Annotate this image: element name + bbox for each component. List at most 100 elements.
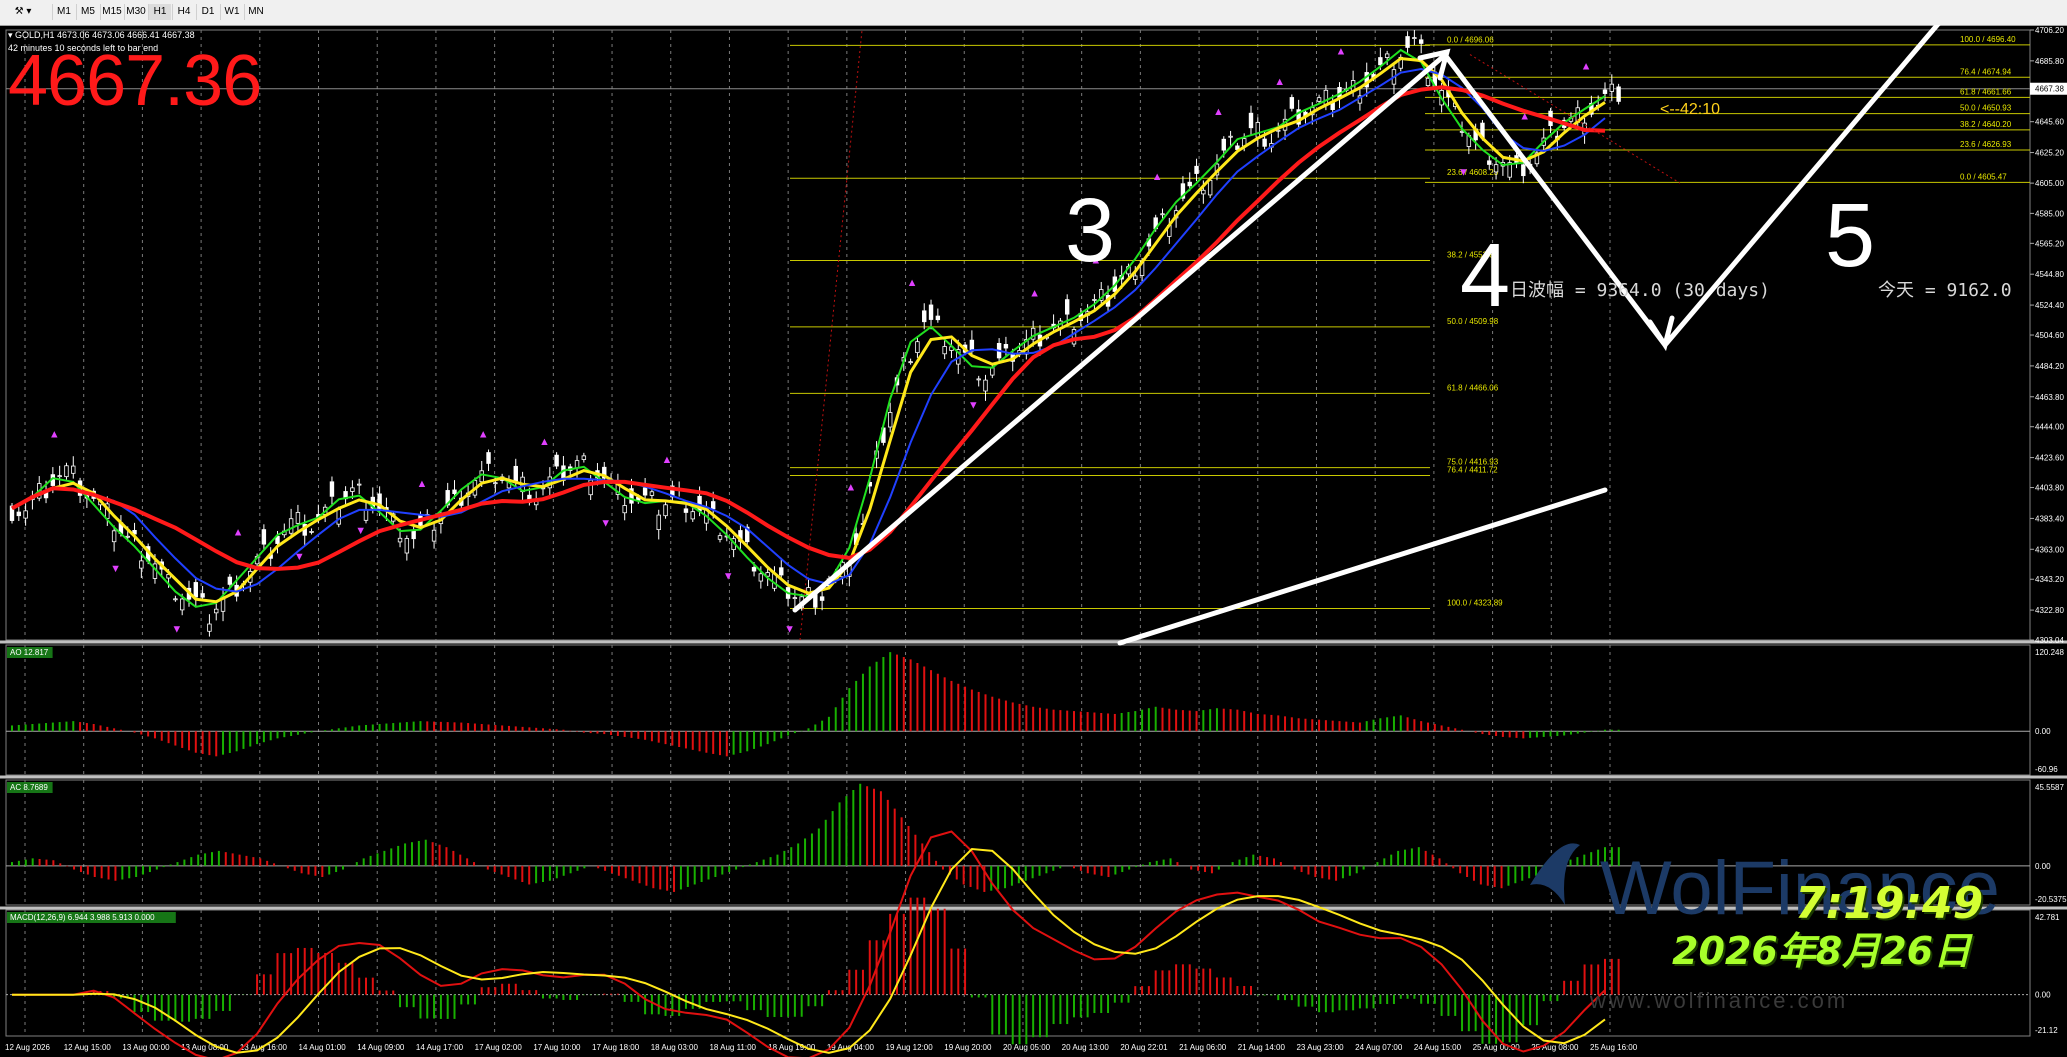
candle-body: [111, 530, 117, 543]
time-tick-label: 21 Aug 06:00: [1179, 1043, 1227, 1052]
candle-body: [1262, 138, 1267, 147]
macd-signal-line: [12, 847, 1606, 1054]
moving-average-1: [11, 56, 1606, 604]
candle-body: [642, 487, 648, 496]
candle-body: [1378, 57, 1383, 66]
candle-body: [1418, 39, 1424, 44]
candle-body: [431, 529, 437, 542]
wave-label-3: 3: [1065, 181, 1116, 281]
candle-body: [493, 482, 498, 485]
time-tick-label: 20 Aug 05:00: [1003, 1043, 1051, 1052]
fib-upper-label: 61.8 / 4661.66: [1960, 87, 2012, 96]
candle-body: [486, 452, 491, 464]
candle-body: [935, 315, 941, 321]
panel-frame-0: [5, 29, 2031, 641]
price-tick-label: 4504.60: [2035, 331, 2064, 340]
fractal-marker: ▲: [539, 436, 550, 448]
candle-body: [976, 378, 981, 381]
candle-body: [690, 511, 695, 520]
time-tick-label: 19 Aug 20:00: [944, 1043, 992, 1052]
time-tick-label: 24 Aug 07:00: [1355, 1043, 1403, 1052]
timeframe-button-m30[interactable]: M30: [124, 4, 147, 20]
fractal-marker: ▲: [1213, 106, 1224, 118]
candle-body: [513, 465, 518, 482]
candle-body: [1487, 160, 1492, 165]
fractal-marker: ▼: [171, 623, 182, 635]
fractal-marker: ▲: [1029, 288, 1040, 300]
time-tick-label: 17 Aug 18:00: [592, 1043, 640, 1052]
candle-body: [751, 567, 757, 572]
price-tick-label: 4625.20: [2035, 149, 2064, 158]
candle-body: [663, 504, 668, 517]
time-tick-label: 14 Aug 01:00: [299, 1043, 347, 1052]
price-tick-label: 4484.20: [2035, 362, 2064, 371]
candle-body: [1289, 97, 1295, 109]
price-tick-label: 4343.20: [2035, 575, 2064, 584]
candle-body: [792, 597, 798, 599]
candle-body: [581, 455, 587, 460]
timeframe-button-m1[interactable]: M1: [52, 4, 75, 20]
indicator-bottom-value-0: -60.96: [2035, 765, 2058, 774]
candle-body: [1384, 53, 1390, 58]
timeframe-button-m15[interactable]: M15: [100, 4, 123, 20]
wave-label-4: 4: [1460, 226, 1511, 326]
candle-body: [207, 623, 212, 632]
wave-line-3: [792, 48, 1451, 613]
timeframe-button-mn[interactable]: MN: [244, 4, 267, 20]
fractal-marker: ▼: [784, 623, 795, 635]
candle-body: [574, 460, 580, 469]
price-tick-label: 4463.80: [2035, 393, 2064, 402]
candle-body: [411, 531, 416, 540]
macd-bars: [92, 897, 1620, 1045]
price-tick-label: 4322.80: [2035, 606, 2064, 615]
candle-body: [1248, 112, 1254, 129]
tools-menu-icon[interactable]: ⚒ ▾: [8, 4, 38, 20]
fib-upper-label: 100.0 / 4696.40: [1960, 35, 2016, 44]
timeframe-button-d1[interactable]: D1: [196, 4, 219, 20]
candle-body: [1003, 344, 1009, 349]
fractal-marker: ▲: [1152, 171, 1163, 183]
candle-body: [1493, 164, 1499, 173]
watermark-url: www.wolfinance.com: [1590, 988, 1849, 1013]
fractal-marker: ▲: [1274, 76, 1285, 88]
candle-body: [261, 529, 267, 545]
candle-body: [214, 608, 219, 614]
price-tick-label: 4524.40: [2035, 301, 2064, 310]
indicator-bottom-value-1: -20.5375: [2035, 895, 2067, 904]
moving-average-0: [11, 48, 1606, 608]
fractal-marker: ▲: [1336, 46, 1347, 58]
candle-body: [1412, 37, 1417, 39]
timeframe-button-h1[interactable]: H1: [148, 4, 171, 20]
wave-drawing: [792, 25, 1941, 646]
big-price-label: 4667.36: [8, 41, 262, 121]
fib-lower-label: 100.0 / 4323.89: [1447, 598, 1503, 607]
candle-body: [649, 491, 655, 496]
candle-body: [942, 346, 947, 355]
candle-body: [329, 481, 335, 497]
candle-body: [356, 483, 362, 486]
fractal-marker: ▼: [723, 571, 734, 583]
fractal-marker: ▲: [233, 527, 244, 539]
candle-body: [179, 598, 185, 611]
candle-body: [64, 465, 69, 478]
time-tick-label: 19 Aug 12:00: [886, 1043, 934, 1052]
price-tick-label: 4645.60: [2035, 118, 2064, 127]
time-tick-label: 17 Aug 10:00: [533, 1043, 581, 1052]
time-tick-label: 13 Aug 00:00: [122, 1043, 170, 1052]
candle-body: [1133, 275, 1138, 280]
candle-body: [193, 582, 199, 598]
price-tick-label: 4605.00: [2035, 179, 2064, 188]
candle-body: [452, 489, 457, 494]
fractal-marker: ▲: [49, 428, 60, 440]
timeframe-button-w1[interactable]: W1: [220, 4, 243, 20]
indicator-label-2: MACD(12,26,9) 6.944 3.988 5.913 0.000: [10, 913, 155, 922]
candle-body: [717, 535, 723, 540]
candle-body: [779, 567, 784, 576]
candle-body: [819, 596, 825, 601]
candle-body: [928, 304, 934, 320]
timeframe-button-h4[interactable]: H4: [172, 4, 195, 20]
fractal-marker: ▼: [968, 400, 979, 412]
candle-body: [173, 598, 178, 601]
fractal-marker: ▲: [478, 428, 489, 440]
timeframe-button-m5[interactable]: M5: [76, 4, 99, 20]
